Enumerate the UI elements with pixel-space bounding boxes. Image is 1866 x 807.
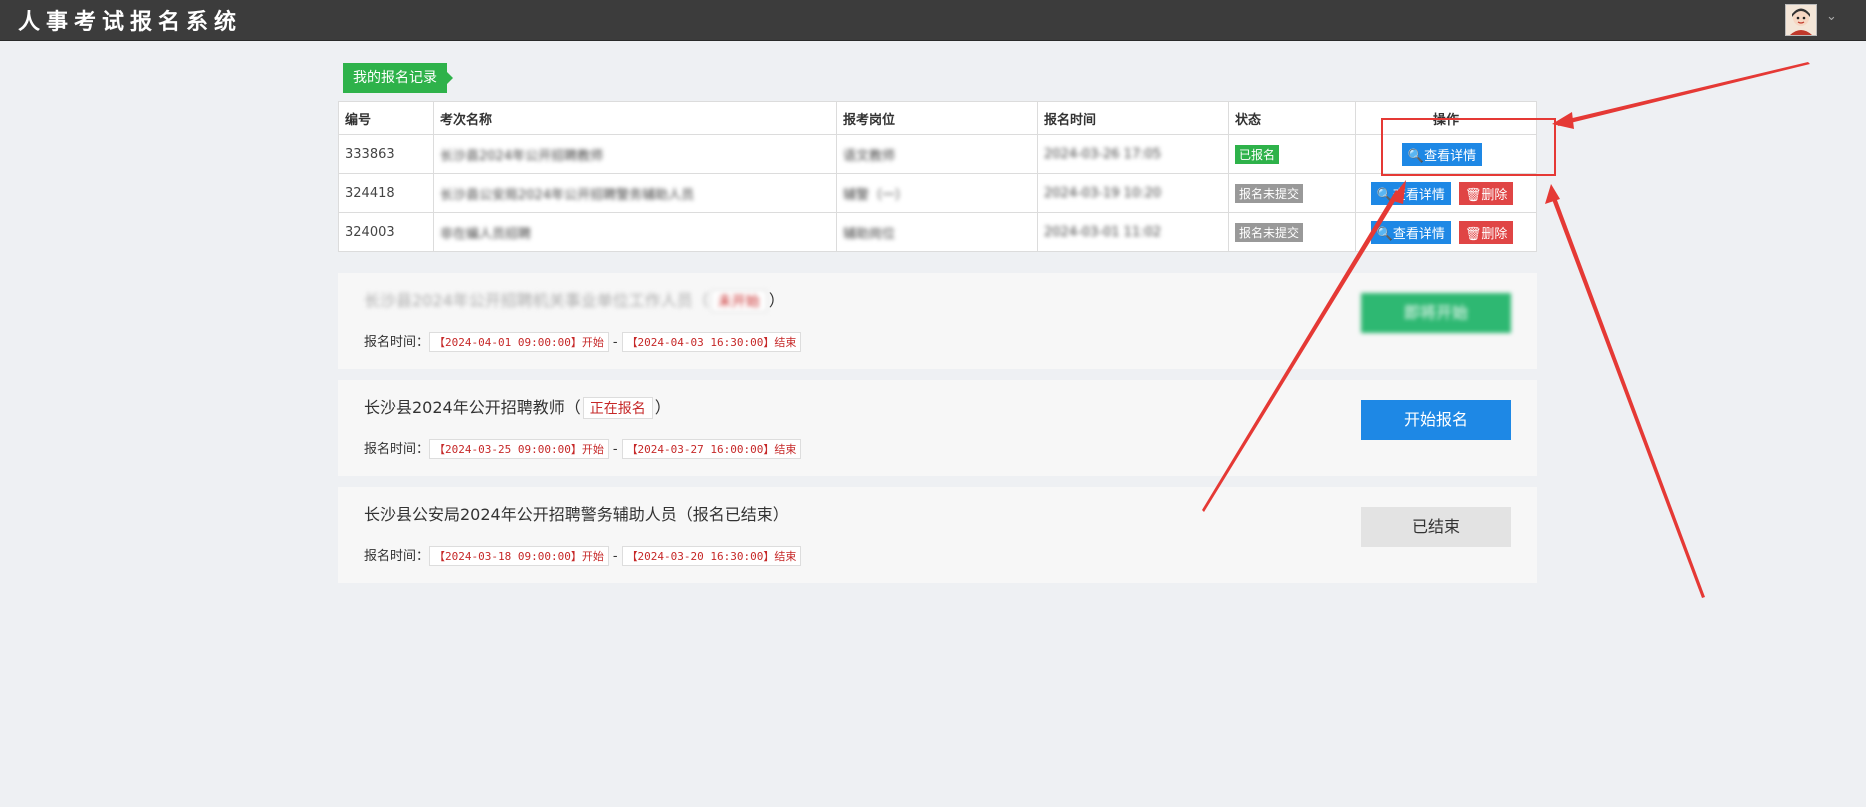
arrow-left-head — [1390, 180, 1406, 204]
arrow-right — [1550, 192, 1705, 598]
arrow-top — [1558, 62, 1810, 126]
arrow-right-head — [1545, 184, 1560, 204]
annotation-arrows — [1202, 62, 1810, 598]
arrow-left — [1202, 190, 1400, 512]
arrow-top-head — [1552, 112, 1574, 129]
